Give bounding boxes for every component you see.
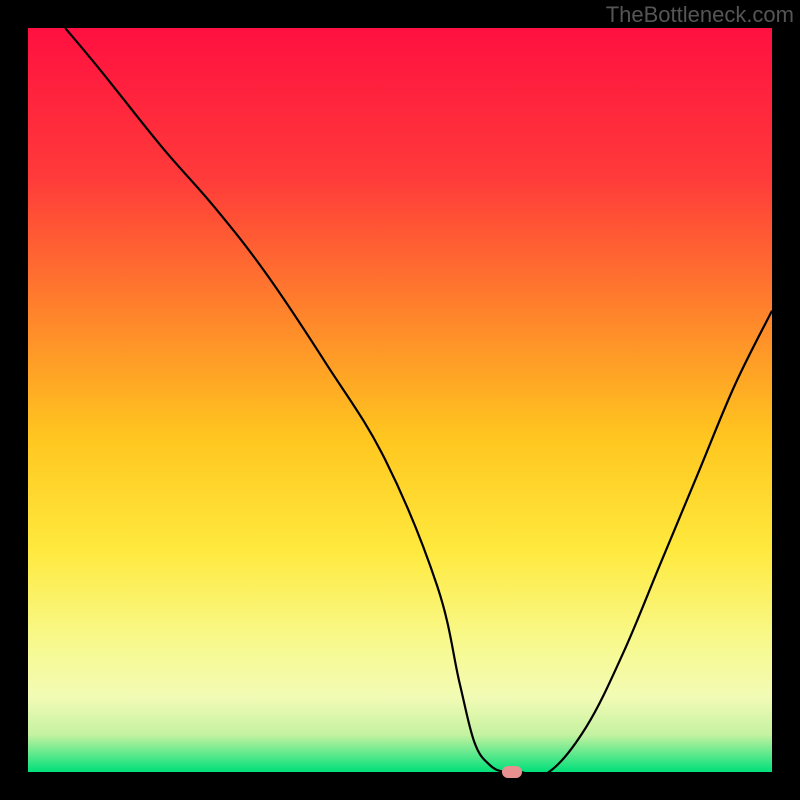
plot-area: [28, 28, 772, 772]
gradient-background: [28, 28, 772, 772]
plot-svg: [28, 28, 772, 772]
optimal-marker: [502, 766, 522, 778]
chart-container: TheBottleneck.com: [0, 0, 800, 800]
watermark-text: TheBottleneck.com: [606, 2, 794, 28]
